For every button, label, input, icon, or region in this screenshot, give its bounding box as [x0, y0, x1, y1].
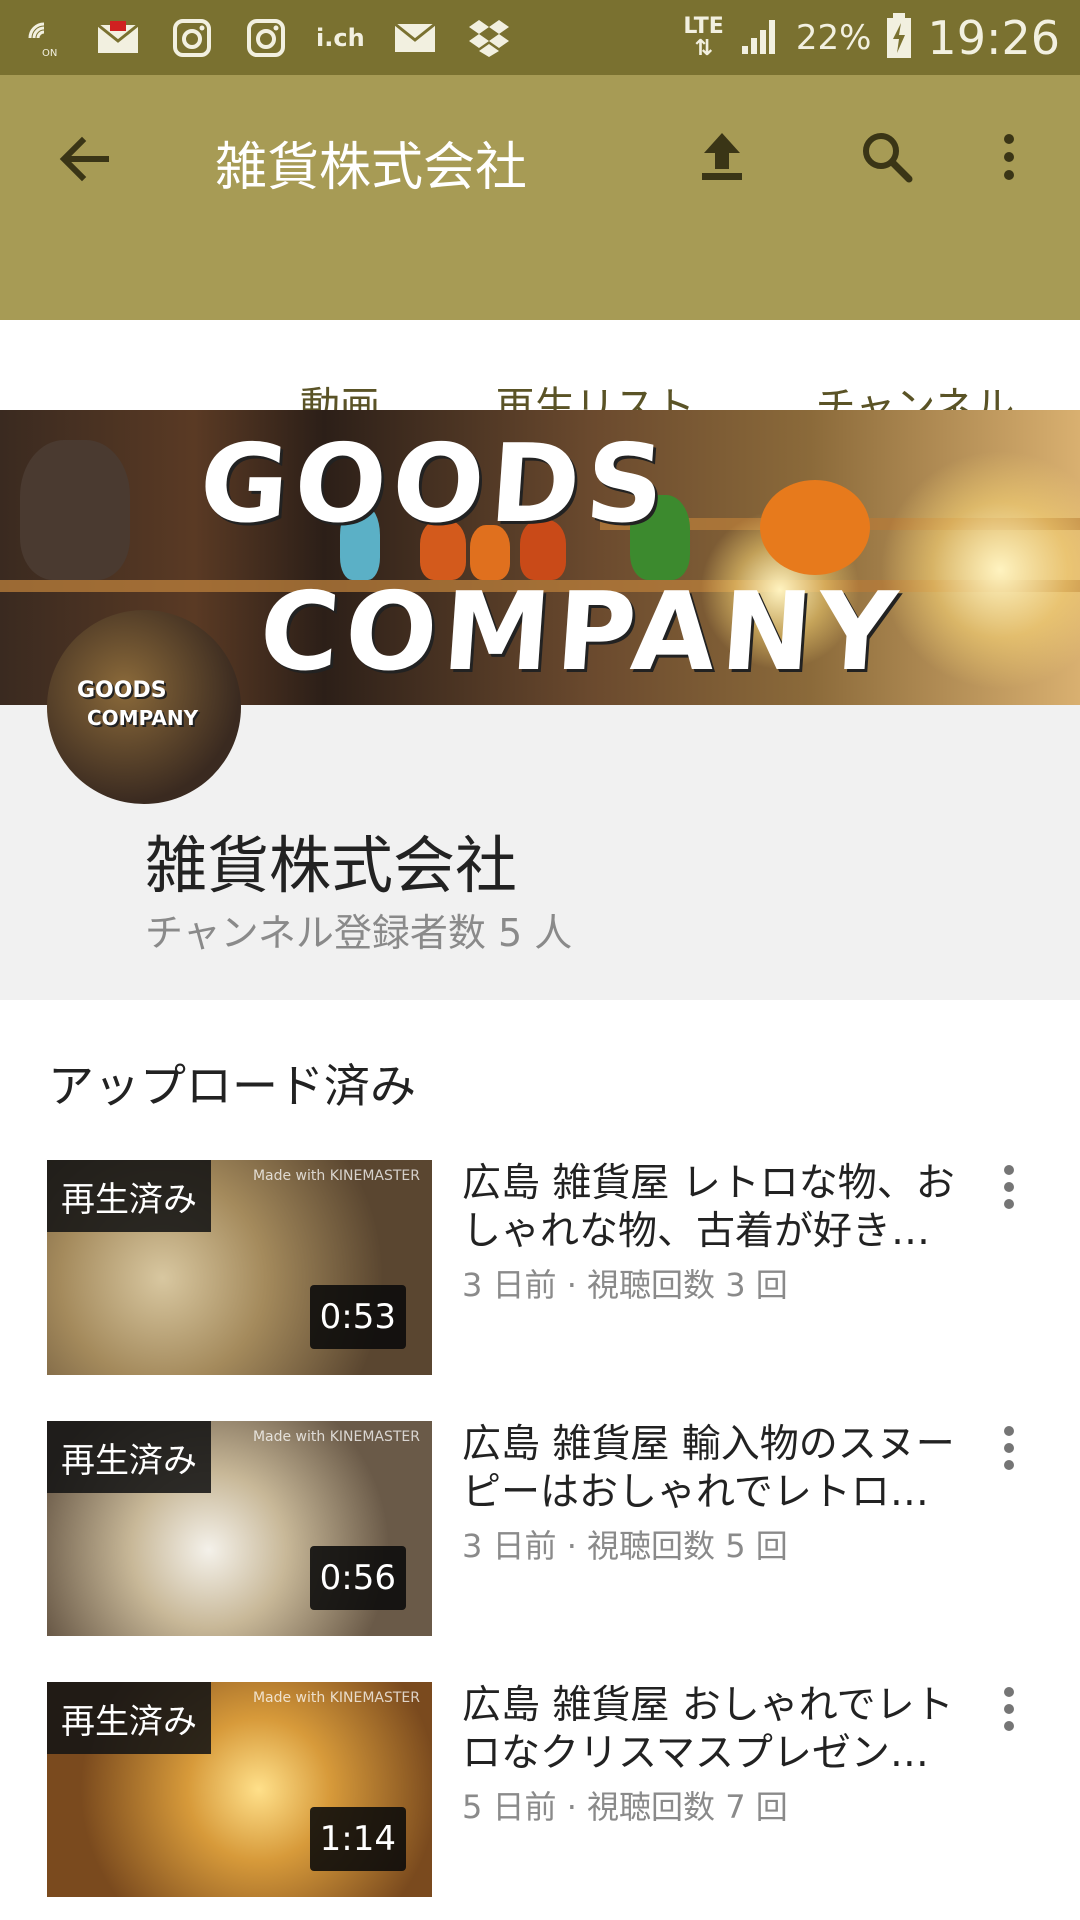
video-item[interactable]: Made with KINEMASTER 再生済み 0:53 広島 雑貨屋 レト… — [0, 1160, 1080, 1380]
lte-indicator: LTE ⇅ — [683, 13, 724, 61]
dropbox-icon — [465, 16, 513, 60]
arrow-left-icon[interactable] — [52, 127, 116, 191]
status-right: LTE ⇅ 22% 19:26 — [683, 11, 1060, 65]
more-vert-icon[interactable] — [985, 1160, 1033, 1220]
battery-percent: 22% — [795, 17, 872, 58]
watched-badge: 再生済み — [47, 1421, 211, 1493]
battery-charging-icon — [885, 12, 913, 63]
video-title[interactable]: 広島 雑貨屋 輸入物のスヌーピーはおしゃれでレトロ… — [462, 1421, 972, 1517]
banner-text-goods: GOODS — [195, 422, 675, 547]
instagram-icon — [168, 16, 216, 60]
instagram-icon — [242, 16, 290, 60]
duration-badge: 0:53 — [309, 1285, 406, 1349]
avatar-text-goods: GOODS — [77, 678, 167, 703]
banner-text-company: COMPANY — [255, 570, 907, 695]
video-thumbnail[interactable]: Made with KINEMASTER 再生済み 1:14 — [47, 1682, 432, 1897]
avatar[interactable]: GOODS COMPANY — [47, 610, 241, 804]
ich-app-icon: i.ch — [316, 23, 365, 52]
app-bar: 雑貨株式会社 ホーム 動画 再生リスト チャンネル — [0, 75, 1080, 485]
upload-icon[interactable] — [690, 125, 754, 189]
video-meta: 3 日前 · 視聴回数 3 回 — [462, 1266, 788, 1304]
subscriber-count: チャンネル登録者数 5 人 — [145, 911, 573, 955]
signal-icon — [738, 14, 782, 62]
video-title[interactable]: 広島 雑貨屋 レトロな物、おしゃれな物、古着が好き… — [462, 1160, 972, 1256]
clock: 19:26 — [927, 10, 1060, 65]
more-vert-icon[interactable] — [985, 1682, 1033, 1742]
video-meta: 5 日前 · 視聴回数 7 回 — [462, 1788, 788, 1826]
mail-icon — [391, 16, 439, 60]
nfc-icon: ON — [20, 16, 68, 60]
watermark: Made with KINEMASTER — [252, 1429, 420, 1445]
notification-icons: ON i.ch — [20, 16, 513, 60]
watched-badge: 再生済み — [47, 1160, 211, 1232]
duration-badge: 0:56 — [309, 1546, 406, 1610]
video-thumbnail[interactable]: Made with KINEMASTER 再生済み 0:53 — [47, 1160, 432, 1375]
search-icon[interactable] — [855, 125, 919, 189]
status-bar: ON i.ch LTE ⇅ 22% 19:26 — [0, 0, 1080, 75]
video-title[interactable]: 広島 雑貨屋 おしゃれでレトロなクリスマスプレゼン… — [462, 1682, 972, 1778]
avatar-text-company: COMPANY — [87, 706, 199, 730]
video-meta: 3 日前 · 視聴回数 5 回 — [462, 1527, 788, 1565]
more-vert-icon[interactable] — [985, 125, 1033, 189]
svg-text:ON: ON — [42, 48, 57, 58]
more-vert-icon[interactable] — [985, 1421, 1033, 1481]
video-thumbnail[interactable]: Made with KINEMASTER 再生済み 0:56 — [47, 1421, 432, 1636]
watermark: Made with KINEMASTER — [252, 1168, 420, 1184]
video-item[interactable]: Made with KINEMASTER 再生済み 1:14 広島 雑貨屋 おし… — [0, 1682, 1080, 1902]
duration-badge: 1:14 — [309, 1807, 406, 1871]
watched-badge: 再生済み — [47, 1682, 211, 1754]
page-title: 雑貨株式会社 — [215, 138, 528, 198]
channel-name: 雑貨株式会社 — [145, 829, 518, 902]
watermark: Made with KINEMASTER — [252, 1690, 420, 1706]
uploads-section-title[interactable]: アップロード済み — [48, 1050, 416, 1116]
video-item[interactable]: Made with KINEMASTER 再生済み 0:56 広島 雑貨屋 輸入… — [0, 1421, 1080, 1641]
yahoo-mail-icon — [94, 16, 142, 60]
